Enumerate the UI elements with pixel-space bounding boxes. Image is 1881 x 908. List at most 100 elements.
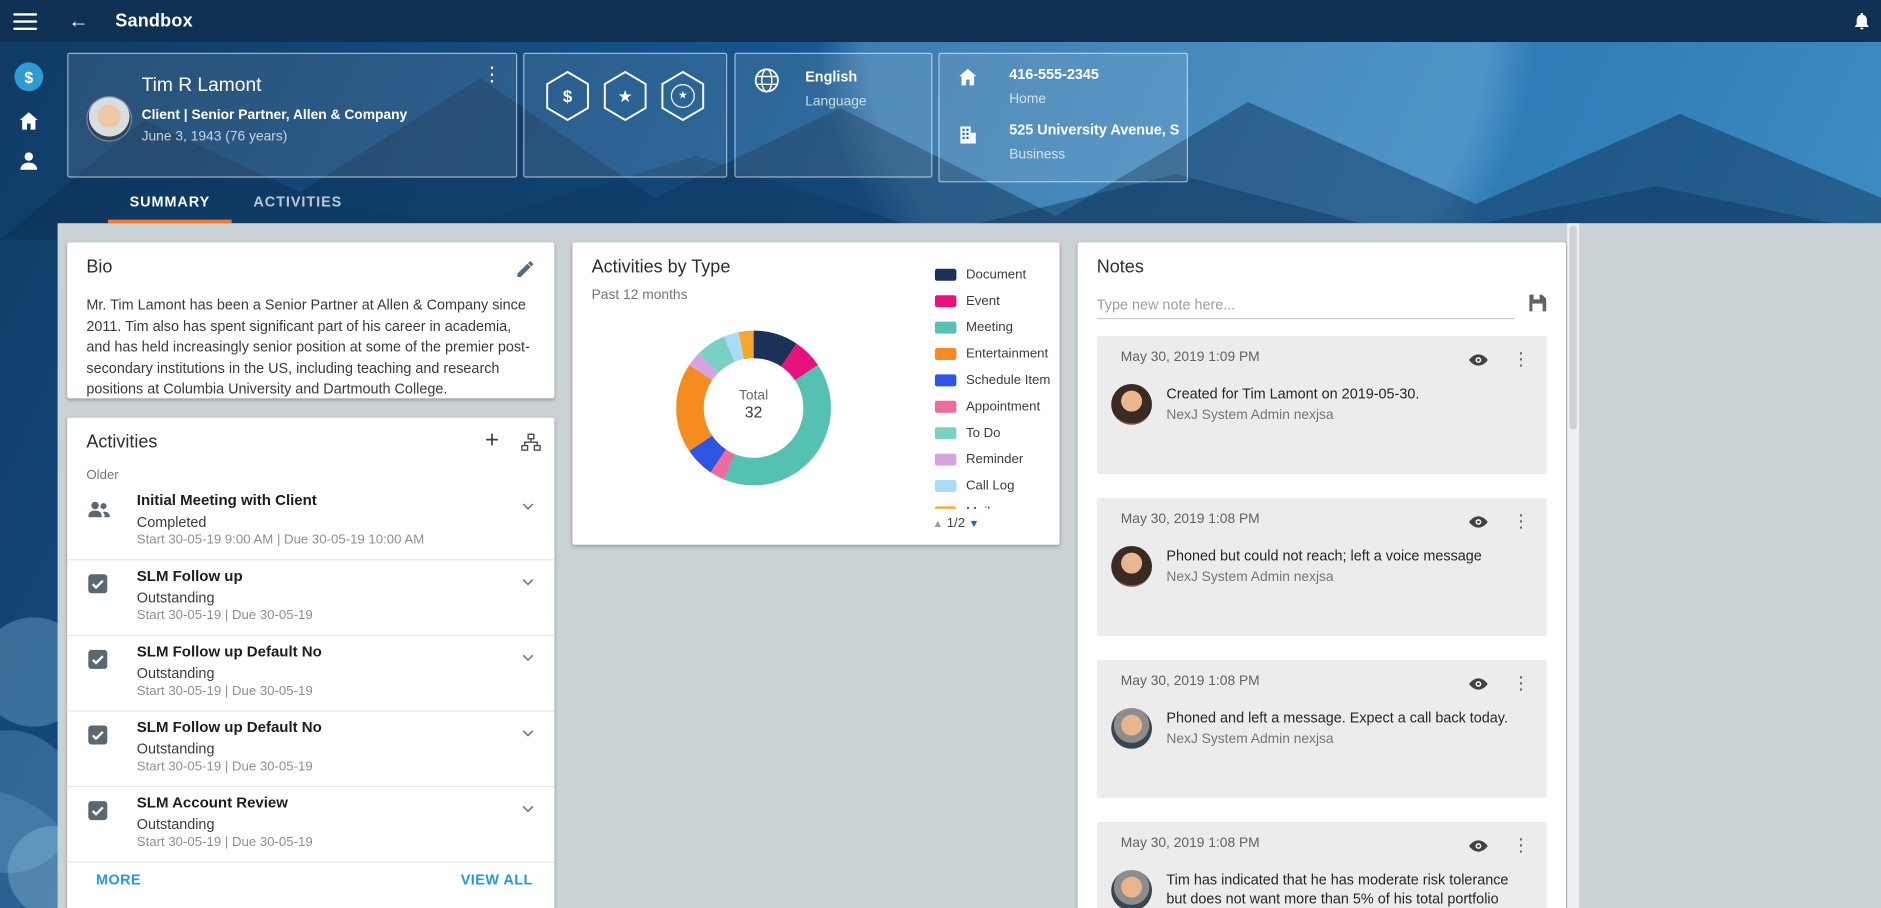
legend-swatch xyxy=(935,506,957,508)
seal-star-icon: ★ xyxy=(659,70,707,123)
seal-star-hexagon-badge[interactable]: ★ xyxy=(659,70,707,123)
activity-status: Outstanding xyxy=(137,589,215,606)
activity-row[interactable]: SLM Follow up Default No Outstanding Sta… xyxy=(67,712,554,788)
language-label: Language xyxy=(805,95,866,109)
note-body: Created for Tim Lamont on 2019-05-30. Ne… xyxy=(1111,384,1533,425)
legend-item: To Do xyxy=(935,420,1055,446)
eye-icon[interactable] xyxy=(1468,835,1490,857)
eye-icon[interactable] xyxy=(1468,511,1490,533)
hierarchy-sitemap-icon[interactable] xyxy=(521,432,541,452)
chevron-down-icon[interactable] xyxy=(518,572,537,591)
tab-summary[interactable]: SUMMARY xyxy=(108,182,232,223)
save-note-icon[interactable] xyxy=(1528,293,1548,313)
pager-down-icon[interactable]: ▼ xyxy=(969,517,980,529)
note-author: NexJ System Admin nexjsa xyxy=(1166,570,1481,584)
bio-title: Bio xyxy=(86,257,112,277)
chevron-down-icon[interactable] xyxy=(518,799,537,818)
eye-icon[interactable] xyxy=(1468,673,1490,695)
activity-row[interactable]: Initial Meeting with Client Completed St… xyxy=(67,485,554,561)
legend-item: Appointment xyxy=(935,394,1055,420)
activity-row[interactable]: SLM Follow up Default No Outstanding Sta… xyxy=(67,636,554,712)
activity-title: SLM Follow up Default No xyxy=(137,643,322,660)
activity-row[interactable]: SLM Follow up Outstanding Start 30-05-19… xyxy=(67,560,554,636)
edit-pencil-icon[interactable] xyxy=(515,259,535,279)
contact-header: Tim R Lamont Client | Senior Partner, Al… xyxy=(58,42,1881,223)
address-value[interactable]: 525 University Avenue, S... xyxy=(1009,121,1179,138)
note-card: May 30, 2019 1:09 PM ⋮ Created for Tim L… xyxy=(1097,336,1547,474)
activity-row[interactable]: SLM Account Review Outstanding Start 30-… xyxy=(67,787,554,863)
note-text: Tim has indicated that he has moderate r… xyxy=(1166,870,1526,908)
chart-subtitle: Past 12 months xyxy=(592,288,688,302)
note-author-avatar xyxy=(1111,708,1152,749)
view-all-button[interactable]: VIEW ALL xyxy=(461,871,533,888)
hamburger-menu-icon[interactable] xyxy=(13,13,37,30)
activity-title: SLM Account Review xyxy=(137,794,288,811)
note-menu-icon[interactable]: ⋮ xyxy=(1512,672,1530,694)
activities-list: Initial Meeting with Client Completed St… xyxy=(67,485,554,863)
activity-status: Completed xyxy=(137,514,207,531)
note-card: May 30, 2019 1:08 PM ⋮ Phoned but could … xyxy=(1097,498,1547,636)
content-scrollbar[interactable] xyxy=(1567,223,1579,908)
language-card[interactable]: English Language xyxy=(734,53,932,178)
note-author-avatar xyxy=(1111,384,1152,425)
notifications-bell-icon[interactable] xyxy=(1852,11,1872,31)
activity-status: Outstanding xyxy=(137,816,215,833)
more-button[interactable]: MORE xyxy=(96,871,141,888)
dollar-icon: $ xyxy=(544,70,592,123)
pager-up-icon[interactable]: ▲ xyxy=(932,517,943,529)
activity-title: SLM Follow up Default No xyxy=(137,719,322,736)
legend-swatch xyxy=(935,348,957,360)
activity-status: Outstanding xyxy=(137,740,215,757)
tab-activities[interactable]: ACTIVITIES xyxy=(232,182,364,223)
note-card: May 30, 2019 1:08 PM ⋮ Tim has indicated… xyxy=(1097,822,1547,908)
add-activity-icon[interactable]: + xyxy=(480,427,504,455)
chevron-down-icon[interactable] xyxy=(518,497,537,516)
legend-item: Meeting xyxy=(935,314,1055,340)
task-icon xyxy=(86,724,110,748)
activity-status: Outstanding xyxy=(137,665,215,682)
legend-item: Document xyxy=(935,262,1055,288)
scrollbar-thumb[interactable] xyxy=(1570,226,1577,430)
note-menu-icon[interactable]: ⋮ xyxy=(1512,348,1530,370)
chart-title: Activities by Type xyxy=(592,257,731,277)
address-label: Business xyxy=(1009,148,1065,162)
note-menu-icon[interactable]: ⋮ xyxy=(1512,834,1530,856)
phone-number[interactable]: 416-555-2345 xyxy=(1009,66,1099,83)
legend-swatch xyxy=(935,454,957,466)
legend-label: Document xyxy=(966,268,1026,282)
contacts-person-icon[interactable] xyxy=(17,149,41,173)
home-nav-icon[interactable] xyxy=(17,109,41,133)
notes-list: May 30, 2019 1:09 PM ⋮ Created for Tim L… xyxy=(1097,336,1547,908)
legend-label: Event xyxy=(966,294,1000,308)
activities-group-label: Older xyxy=(86,468,118,482)
page-title: Sandbox xyxy=(115,11,193,31)
legend-label: Schedule Item xyxy=(966,373,1050,387)
note-author-avatar xyxy=(1111,546,1152,587)
profile-card: Tim R Lamont Client | Senior Partner, Al… xyxy=(67,53,517,178)
contact-name: Tim R Lamont xyxy=(142,76,262,98)
note-menu-icon[interactable]: ⋮ xyxy=(1512,510,1530,532)
activity-dates: Start 30-05-19 | Due 30-05-19 xyxy=(137,760,313,774)
eye-icon[interactable] xyxy=(1468,349,1490,371)
legend-swatch xyxy=(935,427,957,439)
app-logo-dollar-icon[interactable]: $ xyxy=(14,62,43,91)
note-card: May 30, 2019 1:08 PM ⋮ Phoned and left a… xyxy=(1097,660,1547,798)
profile-menu-icon[interactable]: ⋮ xyxy=(482,66,501,85)
home-phone-icon xyxy=(956,66,979,89)
left-sidebar: $ xyxy=(0,42,58,908)
back-arrow-icon[interactable]: ← xyxy=(68,11,88,31)
meeting-attendees-icon xyxy=(86,497,110,521)
chevron-down-icon[interactable] xyxy=(518,724,537,743)
chevron-down-icon[interactable] xyxy=(518,648,537,667)
note-author-avatar xyxy=(1111,870,1152,908)
legend-item: Schedule Item xyxy=(935,367,1055,393)
legend-label: Meeting xyxy=(966,320,1013,334)
activity-title: Initial Meeting with Client xyxy=(137,492,317,509)
tab-bar: SUMMARY ACTIVITIES xyxy=(108,182,364,223)
star-hexagon-badge[interactable]: ★ xyxy=(601,70,649,123)
note-timestamp: May 30, 2019 1:08 PM xyxy=(1121,512,1260,526)
bio-text: Mr. Tim Lamont has been a Senior Partner… xyxy=(86,295,537,400)
new-note-input[interactable] xyxy=(1097,290,1515,319)
dollar-hexagon-badge[interactable]: $ xyxy=(544,70,592,123)
contact-methods-card: 416-555-2345 Home 525 University Avenue,… xyxy=(938,53,1188,183)
